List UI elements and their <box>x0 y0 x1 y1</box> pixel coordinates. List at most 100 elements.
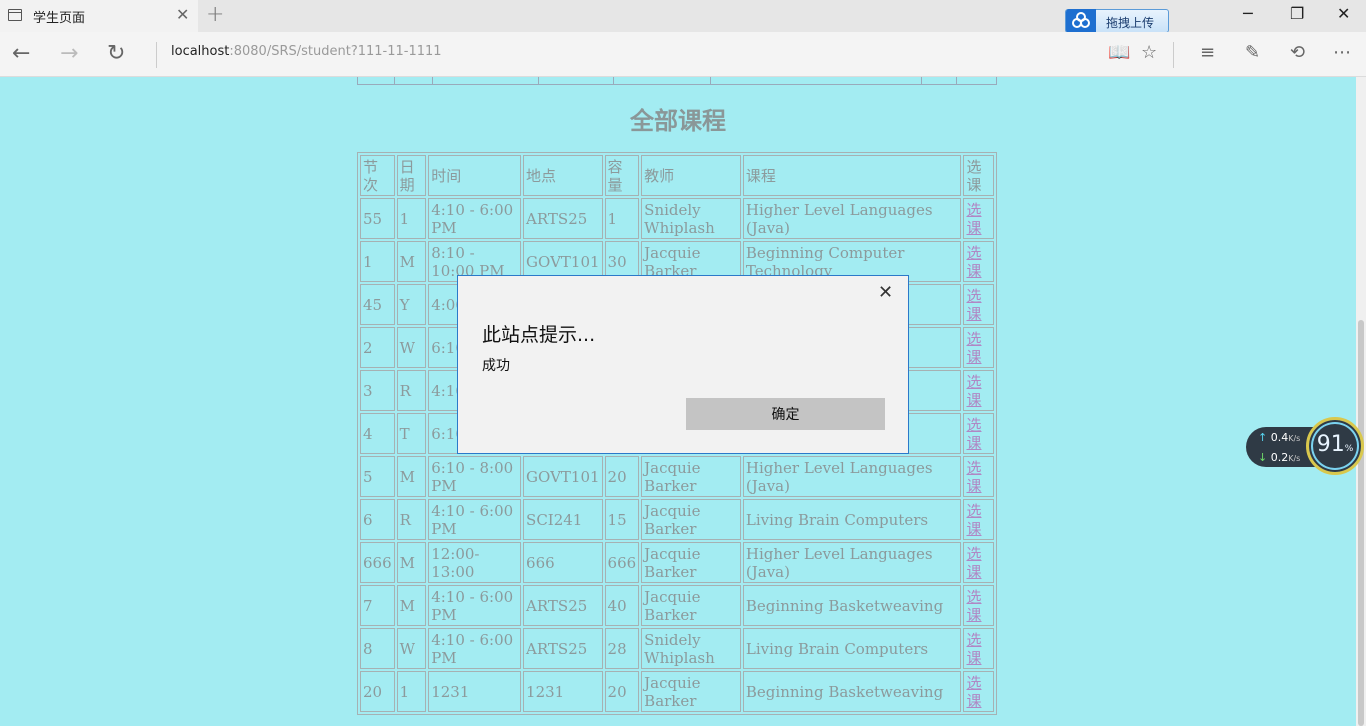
page-title: 全部课程 <box>630 106 726 135</box>
cell-period: 8 <box>360 628 395 669</box>
url-field[interactable]: localhost:8080/SRS/student?111-11-1111 <box>171 44 442 59</box>
cell-teacher: Jacquie Barker <box>641 585 741 626</box>
baidu-cloud-icon <box>1066 9 1096 33</box>
cell-teacher: Snidely Whiplash <box>641 628 741 669</box>
cell-teacher: Jacquie Barker <box>641 542 741 583</box>
cell-location: ARTS25 <box>523 198 603 239</box>
close-window-icon[interactable]: ✕ <box>1337 4 1350 23</box>
column-header-course: 课程 <box>742 155 962 196</box>
column-header-select: 选课 <box>963 155 994 196</box>
select-course-link[interactable]: 选课 <box>966 373 981 409</box>
cell-location: GOVT101 <box>523 456 603 497</box>
cell-time: 6:10 - 8:00 PM <box>428 456 522 497</box>
cell-period: 2 <box>360 327 395 368</box>
table-row: 7 M 4:10 - 6:00 PM ARTS25 40 Jacquie Barker Be… <box>360 585 994 626</box>
back-icon[interactable]: ← <box>12 42 30 66</box>
cell-day: W <box>396 628 427 669</box>
close-tab-icon[interactable]: ✕ <box>176 6 189 24</box>
refresh-icon[interactable]: ↻ <box>107 42 125 66</box>
table-row: 20 1 1231 1231 20 Jacquie Barker Beginning Bas… <box>360 671 994 712</box>
cell-day: M <box>396 585 427 626</box>
web-note-icon[interactable]: ✎ <box>1245 43 1260 63</box>
cell-day: M <box>396 241 427 282</box>
cell-period: 6 <box>360 499 395 540</box>
reading-view-icon[interactable]: 📖 <box>1108 43 1130 63</box>
cell-period: 5 <box>360 456 395 497</box>
tab-student-page[interactable]: 学生页面 ✕ <box>0 0 198 32</box>
page-icon <box>8 9 22 21</box>
cell-location: 1231 <box>523 671 603 712</box>
tab-bar: 学生页面 ✕ + 拖拽上传 ─ ❐ ✕ <box>0 0 1366 33</box>
scrollbar-thumb[interactable] <box>1358 320 1364 726</box>
memory-gauge[interactable]: 91% <box>1306 417 1364 475</box>
cell-capacity: 20 <box>604 671 640 712</box>
dialog-close-icon[interactable]: ✕ <box>878 283 893 303</box>
dialog-message: 成功 <box>482 358 510 374</box>
cell-period: 3 <box>360 370 395 411</box>
cell-select: 选课 <box>963 628 994 669</box>
baidu-upload-button[interactable]: 拖拽上传 <box>1065 9 1169 33</box>
restore-icon[interactable]: ❐ <box>1290 4 1304 23</box>
share-icon[interactable]: ⟲ <box>1290 43 1305 63</box>
cell-time: 4:10 - 6:00 PM <box>428 499 522 540</box>
select-course-link[interactable]: 选课 <box>966 201 981 237</box>
new-tab-icon[interactable]: + <box>206 3 224 27</box>
download-arrow-icon: ↓ <box>1258 451 1268 464</box>
cell-period: 666 <box>360 542 395 583</box>
select-course-link[interactable]: 选课 <box>966 330 981 366</box>
upload-value: 0.4 <box>1270 431 1289 444</box>
cell-teacher: Jacquie Barker <box>641 499 741 540</box>
gauge-percent: 91 <box>1316 432 1345 457</box>
select-course-link[interactable]: 选课 <box>966 545 981 581</box>
cell-select: 选课 <box>963 456 994 497</box>
cell-course: Higher Level Languages (Java) <box>742 542 962 583</box>
select-course-link[interactable]: 选课 <box>966 459 981 495</box>
forward-icon[interactable]: → <box>60 42 78 66</box>
cell-select: 选课 <box>963 241 994 282</box>
previous-table-edge <box>357 77 997 85</box>
minimize-icon[interactable]: ─ <box>1243 4 1253 23</box>
cell-capacity: 666 <box>604 542 640 583</box>
download-value: 0.2 <box>1270 451 1289 464</box>
select-course-link[interactable]: 选课 <box>966 416 981 452</box>
cell-location: ARTS25 <box>523 628 603 669</box>
column-header-capacity: 容量 <box>604 155 640 196</box>
cell-day: Y <box>396 284 427 325</box>
column-header-time: 时间 <box>428 155 522 196</box>
cell-time: 4:10 - 6:00 PM <box>428 628 522 669</box>
cell-time: 1231 <box>428 671 522 712</box>
cell-teacher: Snidely Whiplash <box>641 198 741 239</box>
column-header-location: 地点 <box>523 155 603 196</box>
more-icon[interactable]: ⋯ <box>1333 43 1351 63</box>
cell-location: ARTS25 <box>523 585 603 626</box>
select-course-link[interactable]: 选课 <box>966 244 981 280</box>
cell-location: 666 <box>523 542 603 583</box>
cell-time: 4:10 - 6:00 PM <box>428 198 522 239</box>
table-row: 666 M 12:00-13:00 666 666 Jacquie Barker Highe… <box>360 542 994 583</box>
cell-period: 7 <box>360 585 395 626</box>
select-course-link[interactable]: 选课 <box>966 674 981 710</box>
select-course-link[interactable]: 选课 <box>966 631 981 667</box>
cell-select: 选课 <box>963 284 994 325</box>
select-course-link[interactable]: 选课 <box>966 588 981 624</box>
cell-select: 选课 <box>963 370 994 411</box>
favorite-star-icon[interactable]: ☆ <box>1141 43 1157 63</box>
cell-day: M <box>396 542 427 583</box>
cell-day: R <box>396 499 427 540</box>
upload-speed: ↑ 0.4K/s <box>1258 431 1300 444</box>
hub-icon[interactable]: ≡ <box>1200 43 1215 63</box>
alert-dialog: ✕ 此站点提示... 成功 确定 <box>457 275 909 454</box>
cell-capacity: 28 <box>604 628 640 669</box>
ok-button[interactable]: 确定 <box>686 398 885 430</box>
url-path: :8080/SRS/student?111-11-1111 <box>229 44 442 59</box>
cell-teacher: Jacquie Barker <box>641 671 741 712</box>
cell-select: 选课 <box>963 198 994 239</box>
cell-period: 20 <box>360 671 395 712</box>
cell-day: R <box>396 370 427 411</box>
select-course-link[interactable]: 选课 <box>966 287 981 323</box>
column-header-teacher: 教师 <box>641 155 741 196</box>
cell-period: 55 <box>360 198 395 239</box>
select-course-link[interactable]: 选课 <box>966 502 981 538</box>
upload-arrow-icon: ↑ <box>1258 431 1268 444</box>
download-speed: ↓ 0.2K/s <box>1258 451 1300 464</box>
